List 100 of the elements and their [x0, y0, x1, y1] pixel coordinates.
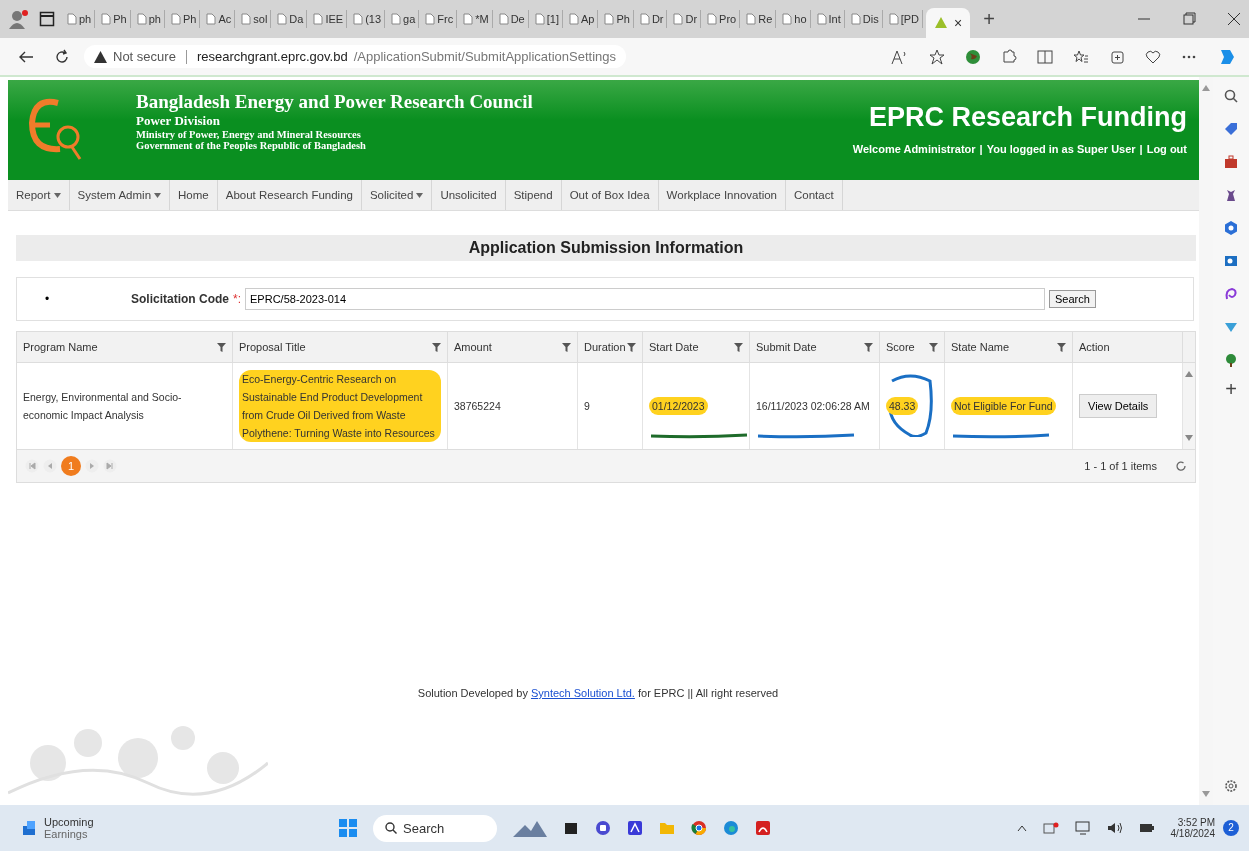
browser-tab[interactable]: Dis [847, 10, 883, 28]
nav-item[interactable]: Stipend [505, 180, 562, 210]
chevron-up-icon[interactable] [1016, 824, 1027, 832]
read-aloud-icon[interactable] [891, 48, 909, 65]
mail-icon[interactable] [1224, 254, 1238, 268]
nav-item[interactable]: Workplace Innovation [658, 180, 786, 210]
column-header[interactable]: State Name [945, 332, 1073, 362]
start-icon[interactable] [339, 819, 357, 837]
browser-tab[interactable]: Int [813, 10, 845, 28]
browser-tab[interactable]: De [495, 10, 529, 28]
widget-title[interactable]: Upcoming [44, 816, 94, 828]
scroll-down-icon[interactable] [1202, 791, 1210, 797]
browser-tab[interactable]: [1] [531, 10, 563, 28]
browser-tab[interactable]: Frc [422, 10, 458, 28]
column-header[interactable]: Start Date [643, 332, 750, 362]
favorites-icon[interactable] [1073, 48, 1089, 65]
heart-icon[interactable] [1145, 48, 1161, 65]
search-button[interactable]: Search [1049, 290, 1096, 308]
restore-icon[interactable] [1182, 12, 1196, 26]
pdf-icon[interactable] [755, 820, 771, 836]
hexagon-icon[interactable] [1224, 221, 1238, 235]
column-header[interactable]: Score [880, 332, 945, 362]
nav-item[interactable]: Report [8, 180, 70, 210]
more-icon[interactable] [1181, 53, 1197, 60]
browser-tab[interactable]: Pro [704, 10, 741, 28]
chat-icon[interactable] [595, 820, 611, 836]
filter-icon[interactable] [864, 342, 873, 352]
collections-icon[interactable] [1109, 48, 1125, 65]
filter-icon[interactable] [734, 342, 743, 352]
browser-tab[interactable]: Ac [203, 10, 236, 28]
address-field[interactable]: Not secure researchgrant.eprc.gov.bd /ApplicationSubmit/SubmitApplicationSettings [84, 45, 626, 68]
nav-item[interactable]: About Research Funding [217, 180, 362, 210]
landscape-icon[interactable] [513, 819, 547, 837]
taskbar-search-field[interactable]: Search [373, 814, 497, 842]
browser-tab[interactable]: Dr [636, 10, 668, 28]
filter-icon[interactable] [432, 342, 441, 352]
column-header[interactable]: Duration [578, 332, 643, 362]
browser-tab[interactable]: Ap [565, 10, 599, 28]
browser-tab[interactable]: Da [274, 10, 308, 28]
tab-actions-icon[interactable] [39, 11, 55, 27]
nav-item[interactable]: Unsolicited [432, 180, 506, 210]
scrollbar[interactable] [1183, 363, 1195, 449]
close-icon[interactable] [1227, 12, 1241, 26]
developer-link[interactable]: Syntech Solution Ltd. [530, 687, 635, 699]
filter-icon[interactable] [217, 342, 226, 352]
notification-badge[interactable]: 2 [1223, 820, 1239, 836]
column-header[interactable]: Program Name [17, 332, 233, 362]
battery-icon[interactable] [1138, 822, 1155, 834]
browser-tab[interactable]: IEE [310, 10, 348, 28]
filter-icon[interactable] [562, 342, 571, 352]
browser-tab[interactable]: ph [133, 10, 165, 28]
split-screen-icon[interactable] [1037, 48, 1053, 65]
browser-tab[interactable]: ga [388, 10, 420, 28]
nav-item[interactable]: System Admin [69, 180, 171, 210]
window-icon[interactable] [563, 820, 579, 836]
meeting-icon[interactable] [1042, 821, 1059, 835]
view-details-button[interactable]: View Details [1079, 394, 1158, 418]
nav-item[interactable]: Home [170, 180, 218, 210]
scroll-down-icon[interactable] [1185, 435, 1193, 441]
chess-icon[interactable] [1224, 188, 1238, 202]
browser-tab[interactable]: *M [460, 10, 493, 28]
column-header[interactable]: Proposal Title [233, 332, 448, 362]
nav-item[interactable]: Contact [786, 180, 843, 210]
browser-tab[interactable]: Dr [670, 10, 702, 28]
settings-icon[interactable] [1224, 779, 1238, 793]
browser-tab[interactable]: ho [779, 10, 811, 28]
filter-icon[interactable] [929, 342, 938, 352]
browser-tab[interactable]: Ph [167, 10, 201, 28]
search-icon[interactable] [1224, 89, 1238, 103]
browser-tab[interactable]: sol [238, 10, 272, 28]
globe-icon[interactable] [965, 48, 981, 65]
clock-date[interactable]: 4/18/2024 [1170, 828, 1215, 839]
column-header[interactable]: Action [1073, 332, 1183, 362]
swirl-icon[interactable] [1224, 287, 1238, 301]
scroll-up-icon[interactable] [1185, 371, 1193, 377]
logout-link[interactable]: Log out [1146, 142, 1187, 155]
nav-item[interactable]: Solicited [361, 180, 433, 210]
browser-tab[interactable]: Ph [98, 10, 131, 28]
solicitation-code-field[interactable]: EPRC/58-2023-014 [245, 288, 1046, 310]
add-button[interactable]: + [1225, 378, 1237, 401]
star-icon[interactable] [929, 48, 945, 65]
column-header[interactable]: Amount [448, 332, 578, 362]
column-header[interactable]: Submit Date [750, 332, 880, 362]
monitor-icon[interactable] [1074, 821, 1091, 835]
filter-icon[interactable] [1057, 342, 1066, 352]
stock-chart-icon[interactable] [22, 820, 36, 836]
new-tab-button[interactable]: + [983, 7, 995, 31]
browser-tab[interactable]: Re [743, 10, 777, 28]
tag-icon[interactable] [1224, 122, 1238, 136]
browser-tab[interactable]: [PD [885, 10, 923, 28]
drop-icon[interactable] [1224, 320, 1238, 334]
browser-tab[interactable]: × [926, 8, 971, 38]
extensions-icon[interactable] [1001, 48, 1017, 65]
browser-tab[interactable]: Ph [601, 10, 634, 28]
filter-icon[interactable] [627, 342, 636, 352]
scroll-up-icon[interactable] [1202, 85, 1210, 91]
refresh-icon[interactable] [54, 48, 70, 65]
app-icon[interactable] [627, 820, 643, 836]
toolbox-icon[interactable] [1224, 155, 1238, 169]
browser-tab[interactable]: (13 [350, 10, 386, 28]
